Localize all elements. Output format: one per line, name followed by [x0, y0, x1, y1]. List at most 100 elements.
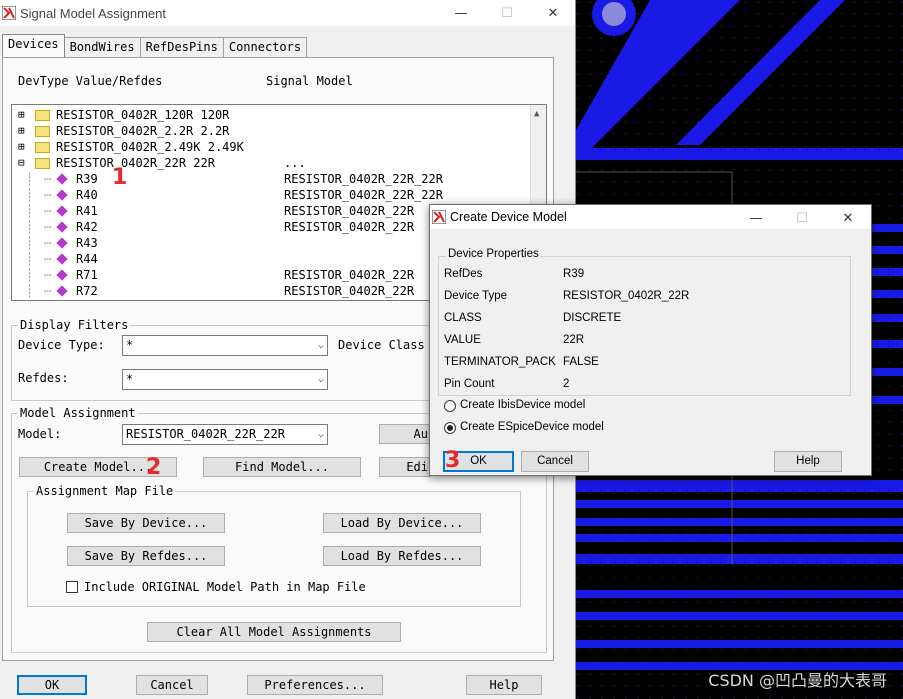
minimize-icon[interactable]: — — [438, 0, 484, 26]
model-combo[interactable]: RESISTOR_0402R_22R_22R ⌵ — [122, 424, 328, 445]
dialog-help-button[interactable]: Help — [774, 451, 842, 472]
chevron-down-icon: ⌵ — [317, 340, 324, 351]
folder-icon — [35, 110, 50, 121]
tree-connector: ┊ — [26, 204, 34, 218]
column-header-signal-model: Signal Model — [266, 74, 353, 88]
scroll-up-icon[interactable]: ▲ — [534, 109, 539, 119]
tree-item-label: R40 — [76, 188, 98, 202]
maximize-icon[interactable]: ☐ — [779, 205, 825, 231]
tab-devices[interactable]: Devices — [2, 34, 65, 57]
tree-signal-model: RESISTOR_0402R_22R_22R — [284, 188, 443, 202]
tree-item-label: R44 — [76, 252, 98, 266]
tree-connector: ⋯ — [44, 188, 52, 202]
tree-connector: ⋯ — [44, 204, 52, 218]
property-name: VALUE — [444, 334, 481, 346]
chevron-down-icon: ⌵ — [317, 429, 324, 440]
close-icon[interactable]: ✕ — [825, 205, 871, 231]
dialog-titlebar[interactable]: Create Device Model — ☐ ✕ — [430, 205, 871, 229]
annotation-step-1: 1 — [112, 165, 128, 190]
component-icon — [56, 253, 68, 265]
tree-connector: ┊ — [26, 188, 34, 202]
include-path-label: Include ORIGINAL Model Path in Map File — [84, 580, 366, 594]
tree-expander-icon[interactable]: ⊞ — [18, 139, 25, 155]
tree-connector: ⋯ — [44, 236, 52, 250]
folder-icon — [35, 126, 50, 137]
tree-item[interactable]: ┊ ⋯ R39 RESISTOR_0402R_22R_22R — [12, 171, 532, 187]
ok-button[interactable]: OK — [17, 675, 87, 695]
tree-expander-icon[interactable]: ⊞ — [18, 107, 25, 123]
chevron-down-icon: ⌵ — [317, 374, 324, 385]
tree-folder[interactable]: ⊞ RESISTOR_0402R_2.49K 2.49K — [12, 139, 532, 155]
tree-connector: ┊ — [26, 252, 34, 266]
save-by-refdes-button[interactable]: Save By Refdes... — [67, 546, 225, 566]
column-header-devtype: DevType Value/Refdes — [18, 74, 163, 88]
main-titlebar[interactable]: Signal Model Assignment — ☐ ✕ — [0, 0, 575, 26]
help-button[interactable]: Help — [466, 675, 542, 695]
tree-signal-model: RESISTOR_0402R_22R — [284, 220, 415, 234]
cancel-button[interactable]: Cancel — [136, 675, 208, 695]
device-properties-title: Device Properties — [446, 248, 541, 260]
edit-model-button[interactable]: Edi — [379, 457, 431, 477]
tree-item-label: R41 — [76, 204, 98, 218]
radio-ibis-device[interactable] — [444, 400, 456, 412]
refdes-combo[interactable]: * ⌵ — [122, 369, 328, 390]
property-name: Device Type — [444, 290, 508, 302]
clear-all-assignments-button[interactable]: Clear All Model Assignments — [147, 622, 401, 642]
tree-connector: ┊ — [26, 220, 34, 234]
annotation-step-2: 2 — [146, 455, 162, 480]
tab-connectors[interactable]: Connectors — [222, 37, 308, 57]
property-value: RESISTOR_0402R_22R — [563, 290, 690, 302]
minimize-icon[interactable]: — — [733, 205, 779, 231]
tree-connector: ⋯ — [44, 284, 52, 298]
tree-folder-label: RESISTOR_0402R_2.49K 2.49K — [56, 140, 244, 154]
tree-item-label: R42 — [76, 220, 98, 234]
tree-signal-model: RESISTOR_0402R_22R_22R — [284, 172, 443, 186]
component-icon — [56, 205, 68, 217]
dialog-cancel-button[interactable]: Cancel — [521, 451, 589, 472]
device-type-label: Device Type: — [18, 338, 105, 352]
save-by-device-button[interactable]: Save By Device... — [67, 513, 225, 533]
component-icon — [56, 237, 68, 249]
tab-refdespins[interactable]: RefDesPins — [139, 37, 224, 57]
tree-folder[interactable]: ⊞ RESISTOR_0402R_120R 120R — [12, 107, 532, 123]
radio-espice-device[interactable] — [444, 422, 456, 434]
device-class-label: Device Class — [338, 338, 425, 352]
tree-connector: ┊ — [26, 172, 34, 186]
refdes-label: Refdes: — [18, 371, 69, 385]
tree-item[interactable]: ┊ ⋯ R40 RESISTOR_0402R_22R_22R — [12, 187, 532, 203]
property-value: DISCRETE — [563, 312, 622, 324]
load-by-refdes-button[interactable]: Load By Refdes... — [323, 546, 481, 566]
device-properties-group — [438, 256, 851, 396]
app-logo-icon — [432, 210, 446, 224]
tab-strip: Devices BondWires RefDesPins Connectors — [2, 34, 308, 57]
tree-folder-label: RESISTOR_0402R_2.2R 2.2R — [56, 124, 230, 138]
folder-icon — [35, 158, 50, 169]
tree-item-label: R72 — [76, 284, 98, 298]
tree-signal-model: ... — [284, 156, 306, 170]
tree-expander-icon[interactable]: ⊞ — [18, 123, 25, 139]
component-icon — [56, 173, 68, 185]
tree-connector: ⋯ — [44, 172, 52, 186]
property-name: TERMINATOR_PACK — [444, 356, 556, 368]
property-name: Pin Count — [444, 378, 495, 390]
pcb-trace — [576, 148, 903, 160]
tab-bondwires[interactable]: BondWires — [63, 37, 141, 57]
find-model-button[interactable]: Find Model... — [203, 457, 361, 477]
app-logo-icon — [2, 6, 16, 20]
property-name: RefDes — [444, 268, 483, 280]
include-path-checkbox[interactable] — [66, 581, 78, 593]
tree-folder-label: RESISTOR_0402R_22R 22R — [56, 156, 215, 170]
close-icon[interactable]: ✕ — [530, 0, 576, 26]
load-by-device-button[interactable]: Load By Device... — [323, 513, 481, 533]
watermark: CSDN @凹凸曼的大表哥 — [708, 671, 887, 690]
preferences-button[interactable]: Preferences... — [247, 675, 383, 695]
tree-signal-model: RESISTOR_0402R_22R — [284, 204, 415, 218]
tree-folder[interactable]: ⊟ RESISTOR_0402R_22R 22R... — [12, 155, 532, 171]
maximize-icon[interactable]: ☐ — [484, 0, 530, 26]
auto-setup-button[interactable]: Au — [379, 424, 431, 444]
tree-expander-icon[interactable]: ⊟ — [18, 155, 25, 171]
tree-connector: ⋯ — [44, 268, 52, 282]
property-name: CLASS — [444, 312, 482, 324]
device-type-combo[interactable]: * ⌵ — [122, 335, 328, 356]
tree-folder[interactable]: ⊞ RESISTOR_0402R_2.2R 2.2R — [12, 123, 532, 139]
